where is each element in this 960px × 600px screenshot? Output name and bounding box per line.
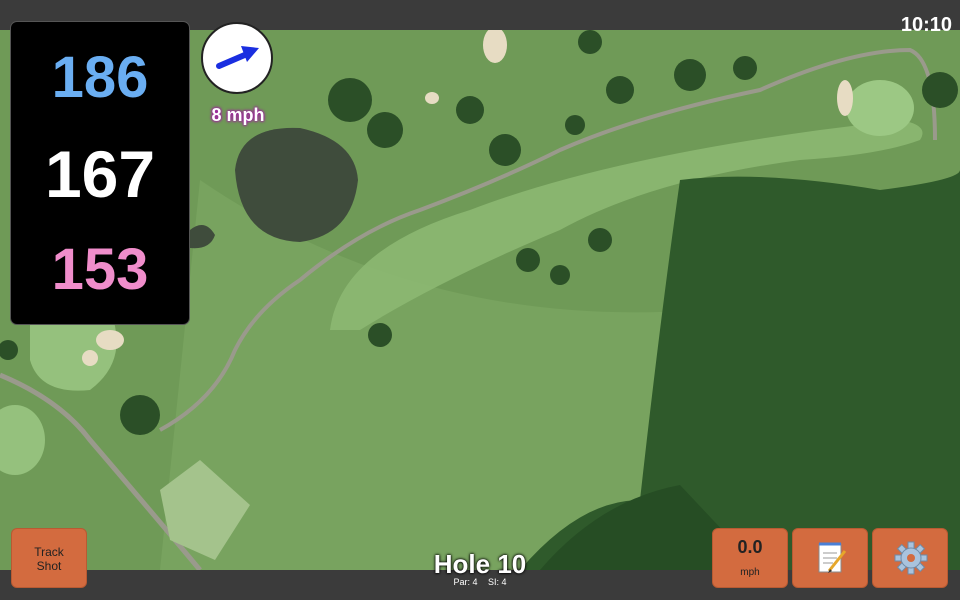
hole-meta: Par: 4 SI: 4 — [380, 577, 580, 587]
speed-button[interactable]: 0.0 mph — [712, 528, 788, 588]
notes-button[interactable] — [792, 528, 868, 588]
hole-stroke-index: SI: 4 — [488, 577, 507, 587]
distance-panel: 186 167 153 — [11, 22, 189, 324]
track-shot-label-line1: Track — [34, 545, 64, 559]
settings-button[interactable] — [872, 528, 948, 588]
gear-icon — [894, 541, 928, 575]
notepad-icon — [818, 542, 847, 573]
track-shot-label-line2: Shot — [36, 559, 62, 573]
hole-title: Hole 10 — [433, 549, 527, 579]
clock: 10:10 — [900, 14, 952, 36]
speed-value: 0.0 — [737, 537, 763, 557]
distance-back: 186 — [51, 45, 149, 110]
distance-center: 167 — [44, 137, 156, 211]
hole-par: Par: 4 — [453, 577, 478, 587]
track-shot-button[interactable]: Track Shot — [11, 528, 87, 588]
wind-speed-label: 8 mph — [211, 105, 265, 125]
speed-unit: mph — [740, 567, 760, 578]
wind-arrow-icon — [216, 46, 259, 69]
distance-front: 153 — [51, 237, 149, 302]
wind-indicator[interactable] — [201, 22, 273, 94]
